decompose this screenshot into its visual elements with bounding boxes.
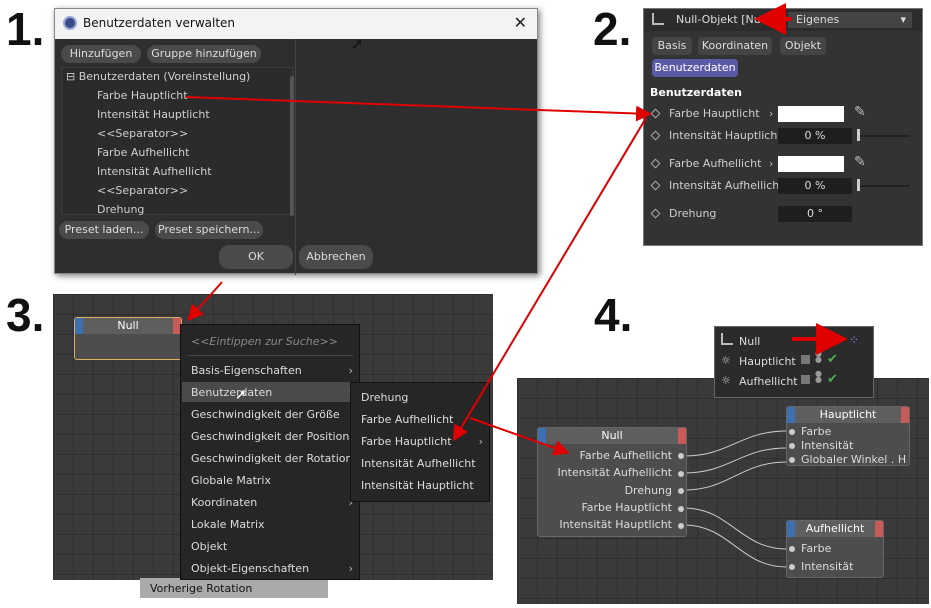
annotation-arrows	[185, 3, 848, 456]
